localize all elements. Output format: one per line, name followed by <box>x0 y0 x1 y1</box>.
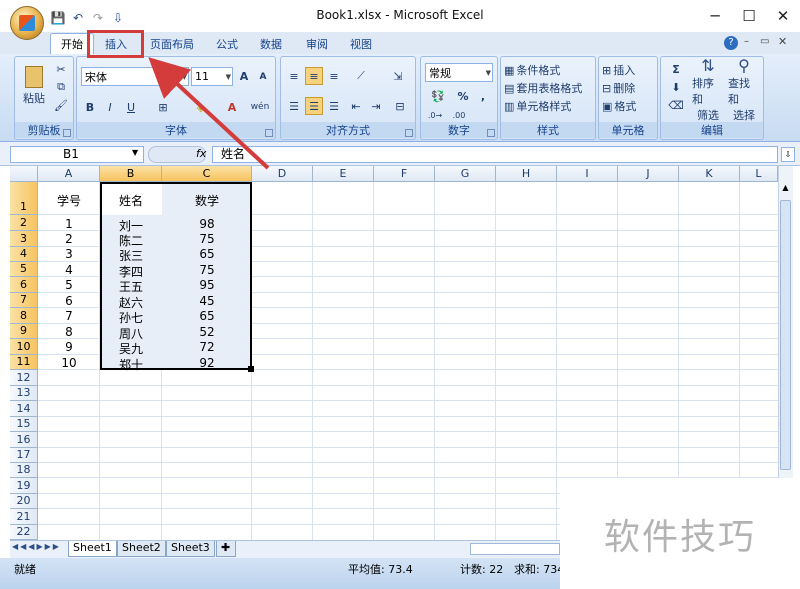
annotation-arrow <box>148 57 270 170</box>
